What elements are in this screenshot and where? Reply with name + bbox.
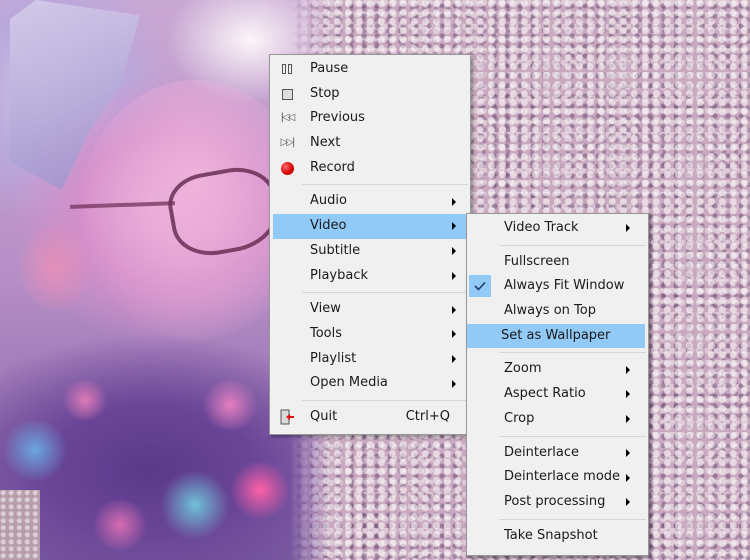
menu-item-label: Quit (310, 408, 338, 424)
menu-item-record[interactable]: Record (270, 156, 470, 181)
menu-item-stop[interactable]: Stop (270, 82, 470, 107)
submenu-arrow-icon (452, 330, 456, 339)
submenu-arrow-icon (452, 197, 456, 206)
checkmark-icon (469, 275, 491, 298)
menu-item-deinterlace-mode[interactable]: Deinterlace mode (467, 465, 648, 490)
submenu-arrow-icon (452, 354, 456, 363)
quit-icon (279, 409, 295, 425)
next-icon: ▷▷| (280, 137, 296, 149)
menu-item-label: Stop (310, 85, 340, 101)
submenu-arrow-icon (626, 448, 630, 457)
menu-item-label: Aspect Ratio (504, 386, 586, 402)
previous-icon: |◁◁ (280, 112, 296, 124)
menu-item-view[interactable]: View (270, 297, 470, 322)
menu-item-take-snapshot[interactable]: Take Snapshot (467, 524, 648, 549)
menu-item-label: Audio (310, 193, 347, 209)
menu-item-label: Set as Wallpaper (501, 327, 611, 343)
menu-item-label: Always Fit Window (504, 278, 625, 294)
submenu-arrow-icon (452, 222, 456, 231)
menu-item-open-media[interactable]: Open Media (270, 371, 470, 396)
submenu-arrow-icon (626, 365, 630, 374)
submenu-arrow-icon (626, 390, 630, 399)
menu-item-audio[interactable]: Audio (270, 189, 470, 214)
video-submenu: Video Track Fullscreen Always Fit Window… (466, 213, 649, 556)
menu-item-quit[interactable]: Quit Ctrl+Q (270, 405, 470, 430)
menu-item-label: Take Snapshot (504, 527, 598, 543)
menu-item-video-track[interactable]: Video Track (467, 216, 648, 241)
menu-item-label: Crop (504, 410, 535, 426)
menu-item-label: Deinterlace (504, 444, 580, 460)
menu-item-subtitle[interactable]: Subtitle (270, 239, 470, 264)
menu-item-label: Zoom (504, 361, 542, 377)
menu-item-label: Playback (310, 267, 369, 283)
menu-item-always-on-top[interactable]: Always on Top (467, 299, 648, 324)
menu-item-label: Fullscreen (504, 253, 570, 269)
menu-item-label: Subtitle (310, 242, 361, 258)
menu-item-fullscreen[interactable]: Fullscreen (467, 250, 648, 275)
submenu-arrow-icon (626, 415, 630, 424)
menu-item-label: Previous (310, 110, 365, 126)
gravel-patch (0, 490, 40, 560)
menu-item-label: Always on Top (504, 303, 596, 319)
menu-item-post-processing[interactable]: Post processing (467, 490, 648, 515)
menu-item-zoom[interactable]: Zoom (467, 357, 648, 382)
menu-separator (499, 518, 646, 520)
menu-item-label: Playlist (310, 350, 357, 366)
menu-item-label: Video Track (504, 220, 579, 235)
menu-item-always-fit-window[interactable]: Always Fit Window (467, 274, 648, 299)
menu-item-playback[interactable]: Playback (270, 264, 470, 289)
menu-item-crop[interactable]: Crop (467, 407, 648, 432)
menu-item-aspect-ratio[interactable]: Aspect Ratio (467, 382, 648, 407)
submenu-arrow-icon (452, 379, 456, 388)
dress-flower (200, 380, 260, 430)
menu-item-label: Post processing (504, 493, 606, 509)
menu-separator (499, 244, 646, 246)
menu-item-label: Deinterlace mode (504, 469, 621, 485)
dress-flower (90, 500, 150, 550)
menu-item-previous[interactable]: |◁◁ Previous (270, 106, 470, 131)
submenu-arrow-icon (626, 498, 630, 507)
menu-item-video[interactable]: Video (273, 214, 467, 239)
pause-icon (279, 61, 295, 77)
menu-item-playlist[interactable]: Playlist (270, 347, 470, 372)
menu-item-label: Next (310, 135, 341, 151)
stop-icon (279, 86, 295, 102)
menu-item-next[interactable]: ▷▷| Next (270, 131, 470, 156)
menu-item-label: Open Media (310, 375, 388, 391)
menu-item-label: Video (310, 218, 347, 234)
menu-separator (499, 435, 646, 437)
menu-item-label: Pause (310, 61, 349, 76)
dress-flower (160, 470, 230, 540)
submenu-arrow-icon (452, 271, 456, 280)
menu-separator (499, 352, 646, 354)
menu-item-deinterlace[interactable]: Deinterlace (467, 441, 648, 466)
child-ear (20, 225, 90, 310)
menu-item-label: Record (310, 159, 355, 175)
submenu-arrow-icon (626, 473, 630, 482)
submenu-arrow-icon (452, 247, 456, 256)
submenu-arrow-icon (452, 305, 456, 314)
dress-flower (60, 380, 110, 420)
menu-item-set-as-wallpaper[interactable]: Set as Wallpaper (467, 323, 645, 349)
record-icon (279, 160, 295, 176)
context-menu: Pause Stop |◁◁ Previous ▷▷| Next Record … (269, 54, 471, 435)
menu-item-tools[interactable]: Tools (270, 322, 470, 347)
dress-flower (0, 420, 70, 480)
menu-separator (302, 399, 468, 401)
menu-item-label: Tools (310, 325, 343, 341)
menu-separator (302, 292, 468, 294)
shortcut-label: Ctrl+Q (405, 408, 450, 424)
menu-separator (302, 184, 468, 186)
submenu-arrow-icon (626, 224, 630, 233)
menu-item-label: View (310, 301, 341, 317)
dress-flower (230, 460, 290, 520)
menu-item-pause[interactable]: Pause (270, 57, 470, 82)
